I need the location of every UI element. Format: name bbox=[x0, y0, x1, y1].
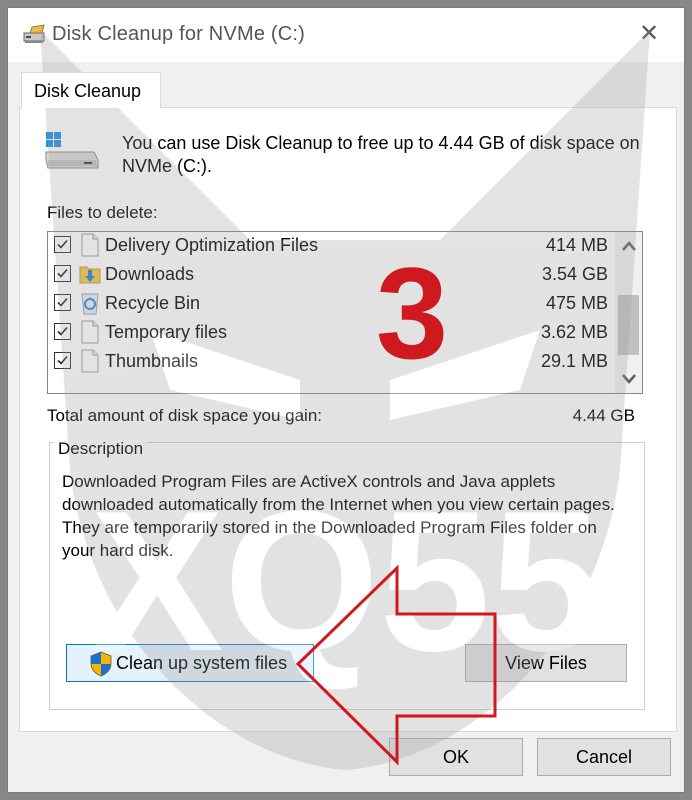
total-space-label: Total amount of disk space you gain: bbox=[47, 406, 322, 425]
close-button[interactable]: ✕ bbox=[638, 21, 660, 45]
uac-shield-icon bbox=[90, 651, 112, 677]
file-name: Thumbnails bbox=[105, 351, 199, 371]
blank-file-icon bbox=[81, 320, 99, 344]
blank-file-icon bbox=[81, 349, 99, 373]
tab-label: Disk Cleanup bbox=[34, 81, 142, 101]
file-name: Delivery Optimization Files bbox=[105, 235, 319, 255]
tab-panel: You can use Disk Cleanup to free up to 4… bbox=[19, 107, 677, 732]
file-size: 3.54 GB bbox=[541, 264, 608, 284]
file-name: Downloads bbox=[105, 264, 195, 284]
files-to-delete-label: Files to delete: bbox=[47, 203, 158, 222]
total-space-value: 4.44 GB bbox=[572, 406, 635, 425]
list-item[interactable]: Delivery Optimization Files 414 MB bbox=[48, 232, 616, 261]
list-item[interactable]: Downloads 3.54 GB bbox=[48, 261, 616, 290]
disk-cleanup-window: Disk Cleanup for NVMe (C:) ✕ Disk Cleanu… bbox=[7, 7, 685, 793]
title-bar: Disk Cleanup for NVMe (C:) ✕ bbox=[8, 8, 684, 62]
view-files-button[interactable]: View Files bbox=[465, 644, 627, 682]
list-item[interactable]: Temporary files 3.62 MB bbox=[48, 319, 616, 348]
ok-button[interactable]: OK bbox=[389, 738, 523, 776]
file-checkbox[interactable] bbox=[54, 236, 71, 253]
file-checkbox[interactable] bbox=[54, 352, 71, 369]
list-scrollbar[interactable] bbox=[615, 232, 642, 393]
scroll-thumb[interactable] bbox=[618, 295, 639, 355]
file-name: Temporary files bbox=[105, 322, 228, 342]
file-size: 475 MB bbox=[545, 293, 608, 313]
files-list[interactable]: Delivery Optimization Files 414 MB Downl… bbox=[47, 231, 643, 394]
tab-disk-cleanup[interactable]: Disk Cleanup bbox=[21, 72, 161, 108]
blank-file-icon bbox=[81, 233, 99, 257]
description-text: Downloaded Program Files are ActiveX con… bbox=[62, 472, 615, 560]
disk-cleanup-icon bbox=[23, 24, 45, 43]
file-checkbox[interactable] bbox=[54, 323, 71, 340]
drive-icon bbox=[45, 132, 99, 169]
clean-up-system-files-button[interactable]: Clean up system files bbox=[66, 644, 314, 682]
cancel-button[interactable]: Cancel bbox=[537, 738, 671, 776]
file-size: 414 MB bbox=[545, 235, 608, 255]
list-item[interactable]: Thumbnails 29.1 MB bbox=[48, 348, 616, 377]
chevron-down-icon bbox=[621, 374, 636, 384]
scroll-up-button[interactable] bbox=[615, 232, 642, 260]
recycle-bin-icon bbox=[81, 293, 99, 315]
window-title: Disk Cleanup for NVMe (C:) bbox=[52, 23, 306, 45]
file-size: 3.62 MB bbox=[540, 322, 608, 342]
file-checkbox[interactable] bbox=[54, 265, 71, 282]
downloads-folder-icon bbox=[79, 266, 101, 284]
file-size: 29.1 MB bbox=[540, 351, 608, 371]
chevron-up-icon bbox=[621, 241, 636, 251]
description-legend: Description bbox=[54, 439, 148, 459]
clean-up-system-files-label: Clean up system files bbox=[116, 653, 288, 673]
scroll-down-button[interactable] bbox=[615, 365, 642, 393]
intro-text: You can use Disk Cleanup to free up to 4… bbox=[122, 133, 640, 176]
file-name: Recycle Bin bbox=[105, 293, 201, 313]
file-checkbox[interactable] bbox=[54, 294, 71, 311]
list-item[interactable]: Recycle Bin 475 MB bbox=[48, 290, 616, 319]
